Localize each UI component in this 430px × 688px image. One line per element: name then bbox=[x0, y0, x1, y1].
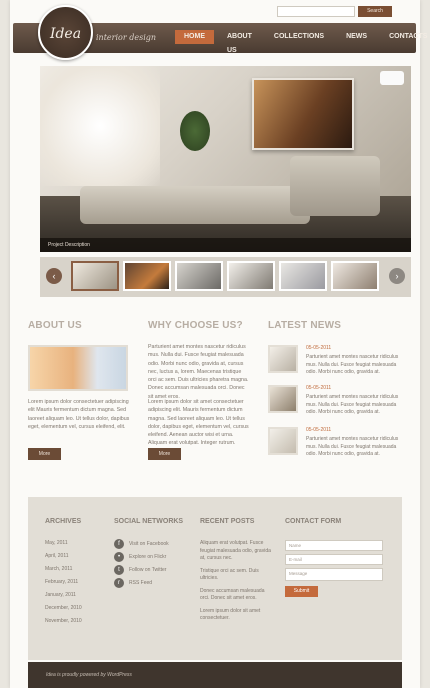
copyright-bar: Idea is proudly powered by WordPress bbox=[28, 662, 402, 688]
hero-window bbox=[40, 66, 160, 186]
social-label: RSS Feed bbox=[129, 579, 153, 586]
why-title: WHY CHOOSE US? bbox=[148, 320, 243, 331]
message-field[interactable]: Message bbox=[285, 568, 383, 581]
thumbnail[interactable] bbox=[123, 261, 171, 291]
recent-post-link[interactable]: Lorem ipsum dolor sit amet consectetuer. bbox=[200, 608, 272, 623]
news-thumb bbox=[268, 345, 298, 373]
why-text-2: Lorem ipsum dolor sit amet consectetuer … bbox=[148, 399, 249, 447]
archives-title: ARCHIVES bbox=[45, 518, 82, 525]
recent-post-link[interactable]: Aliquam erat volutpat. Fusce feugiat mal… bbox=[200, 540, 272, 563]
logo[interactable]: Idea bbox=[38, 5, 93, 60]
nav-contacts[interactable]: CONTACTS bbox=[380, 30, 430, 44]
search-button[interactable]: Search bbox=[358, 6, 392, 17]
search-input[interactable] bbox=[277, 6, 355, 17]
archive-link[interactable]: April, 2011 bbox=[45, 553, 82, 566]
news-item[interactable]: 05-05-2011 Parturient amet montes nascet… bbox=[268, 385, 402, 421]
archive-link[interactable]: January, 2011 bbox=[45, 592, 82, 605]
archive-link[interactable]: November, 2010 bbox=[45, 618, 82, 631]
news-text: Parturient amet montes nascetur ridiculu… bbox=[306, 436, 399, 458]
contact-title: CONTACT FORM bbox=[285, 518, 342, 525]
about-title: ABOUT US bbox=[28, 320, 82, 331]
submit-button[interactable]: Submit bbox=[285, 586, 318, 597]
thumbnail-strip: ‹ › bbox=[40, 257, 411, 297]
archive-link[interactable]: December, 2010 bbox=[45, 605, 82, 618]
recent-title: RECENT POSTS bbox=[200, 518, 255, 525]
recent-post-link[interactable]: Tristique orci ac sem. Duis ultricies. bbox=[200, 568, 272, 583]
news-text: Parturient amet montes nascetur ridiculu… bbox=[306, 354, 399, 376]
tagline: interior design bbox=[96, 33, 157, 42]
thumbnail[interactable] bbox=[175, 261, 223, 291]
recent-post-link[interactable]: Donec accumsan malesuada orci. Donec sit… bbox=[200, 588, 272, 603]
archive-link[interactable]: May, 2011 bbox=[45, 540, 82, 553]
recent-list: Aliquam erat volutpat. Fusce feugiat mal… bbox=[200, 540, 272, 628]
why-text-1: Parturient amet montes nascetur ridiculu… bbox=[148, 344, 249, 400]
flickr-icon: • bbox=[114, 551, 124, 562]
social-rss[interactable]: r RSS Feed bbox=[114, 576, 169, 589]
main-nav: HOME ABOUT US COLLECTIONS NEWS CONTACTS bbox=[175, 30, 430, 54]
hero-sofa bbox=[80, 186, 310, 224]
about-text: Lorem ipsum dolor consectetuer adipiscin… bbox=[28, 399, 130, 430]
thumbnail[interactable] bbox=[331, 261, 379, 291]
hero-wall-picture bbox=[252, 78, 354, 150]
nav-news[interactable]: NEWS bbox=[337, 30, 376, 44]
news-date[interactable]: 05-05-2011 bbox=[306, 385, 331, 391]
archive-link[interactable]: March, 2011 bbox=[45, 566, 82, 579]
nav-about-us[interactable]: ABOUT US bbox=[218, 30, 261, 54]
why-more-button[interactable]: More bbox=[148, 448, 181, 460]
thumbnails bbox=[71, 261, 383, 291]
nav-collections[interactable]: COLLECTIONS bbox=[265, 30, 333, 44]
prev-arrow-icon[interactable]: ‹ bbox=[46, 268, 62, 284]
page: Search Idea interior design HOME ABOUT U… bbox=[10, 0, 427, 688]
social-label: Follow on Twitter bbox=[129, 566, 167, 573]
social-facebook[interactable]: f Visit on Facebook bbox=[114, 537, 169, 550]
social-list: f Visit on Facebook • Explore on Flickr … bbox=[114, 537, 169, 589]
hero-plant bbox=[180, 111, 210, 151]
social-title: SOCIAL NETWORKS bbox=[114, 518, 184, 525]
social-twitter[interactable]: t Follow on Twitter bbox=[114, 563, 169, 576]
news-thumb bbox=[268, 385, 298, 413]
about-image bbox=[28, 345, 128, 391]
news-text: Parturient amet montes nascetur ridiculu… bbox=[306, 394, 399, 416]
top-search: Search bbox=[277, 6, 392, 17]
social-label: Explore on Flickr bbox=[129, 553, 167, 560]
social-flickr[interactable]: • Explore on Flickr bbox=[114, 550, 169, 563]
thumbnail[interactable] bbox=[71, 261, 119, 291]
twitter-icon: t bbox=[114, 564, 124, 575]
thumbnail[interactable] bbox=[279, 261, 327, 291]
news-item[interactable]: 05-05-2011 Parturient amet montes nascet… bbox=[268, 427, 402, 463]
news-date[interactable]: 05-05-2011 bbox=[306, 345, 331, 351]
hero-sofa-side bbox=[290, 156, 380, 216]
contact-form: Name E-mail Message Submit bbox=[285, 540, 383, 597]
news-title: LATEST NEWS bbox=[268, 320, 342, 331]
hero-lamp bbox=[380, 71, 404, 85]
about-more-button[interactable]: More bbox=[28, 448, 61, 460]
archives-list: May, 2011 April, 2011 March, 2011 Februa… bbox=[45, 540, 82, 631]
next-arrow-icon[interactable]: › bbox=[389, 268, 405, 284]
thumbnail[interactable] bbox=[227, 261, 275, 291]
social-label: Visit on Facebook bbox=[129, 540, 169, 547]
news-thumb bbox=[268, 427, 298, 455]
hero-slide[interactable]: Project Description bbox=[40, 66, 411, 252]
news-date[interactable]: 05-05-2011 bbox=[306, 427, 331, 433]
nav-home[interactable]: HOME bbox=[175, 30, 214, 44]
facebook-icon: f bbox=[114, 538, 124, 549]
rss-icon: r bbox=[114, 577, 124, 588]
news-item[interactable]: 05-05-2011 Parturient amet montes nascet… bbox=[268, 345, 402, 381]
footer: ARCHIVES May, 2011 April, 2011 March, 20… bbox=[28, 497, 402, 660]
hero-caption: Project Description bbox=[40, 238, 411, 252]
archive-link[interactable]: February, 2011 bbox=[45, 579, 82, 592]
name-field[interactable]: Name bbox=[285, 540, 383, 551]
email-field[interactable]: E-mail bbox=[285, 554, 383, 565]
